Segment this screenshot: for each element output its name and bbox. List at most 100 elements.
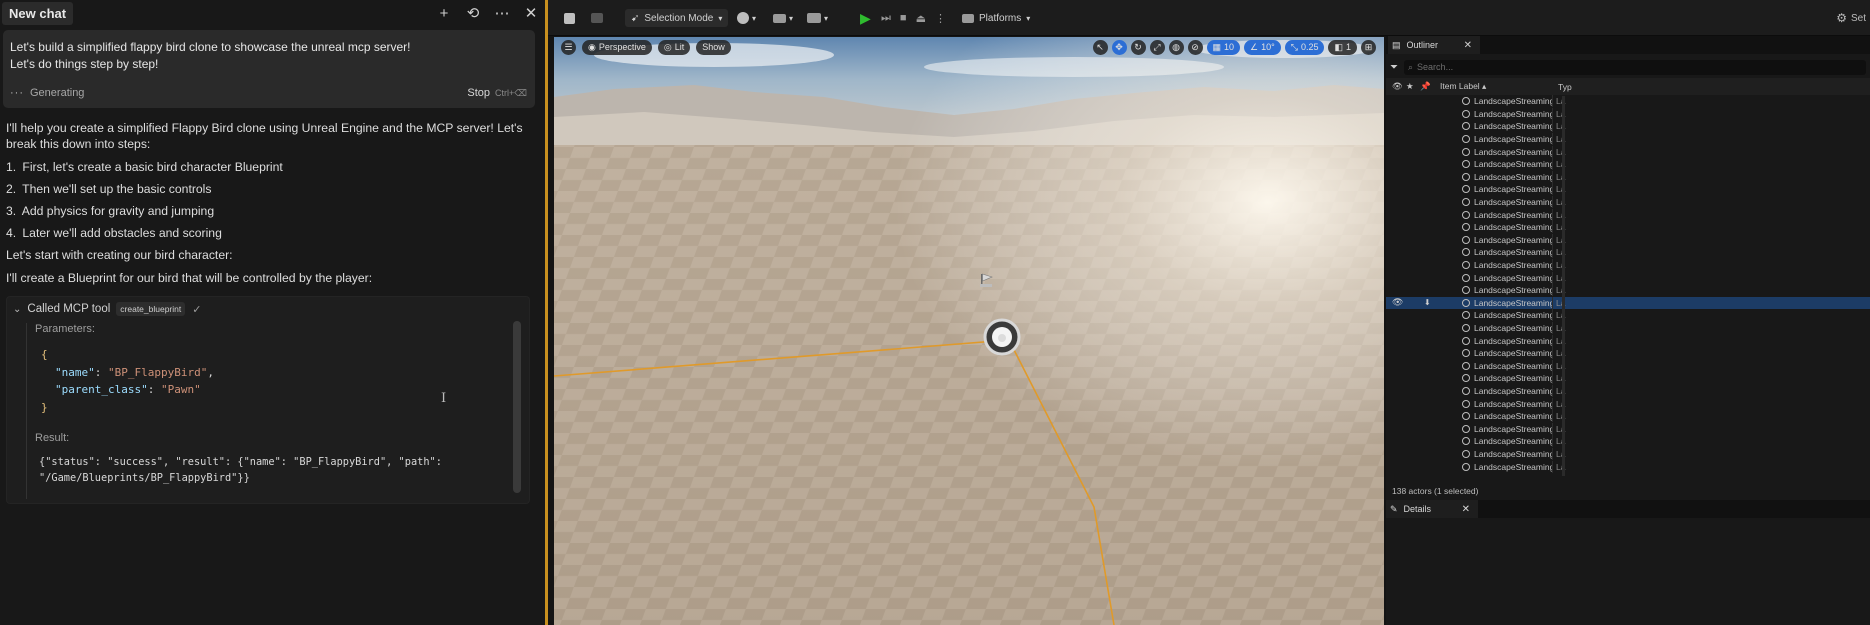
step-frame-icon[interactable]: ⏭	[881, 12, 891, 25]
row-label: LandscapeStreamingProxy	[1474, 197, 1552, 208]
table-row[interactable]: LandscapeStreamingProxyLa	[1386, 309, 1870, 322]
translate-tool-icon[interactable]: ✥	[1111, 39, 1127, 55]
pin-icon[interactable]: 📌	[1420, 81, 1440, 92]
row-label: LandscapeStreamingProxy	[1474, 436, 1552, 447]
tab-details[interactable]: ✎ Details ✕	[1386, 500, 1478, 518]
table-row[interactable]: LandscapeStreamingProxyLa	[1386, 133, 1870, 146]
show-button[interactable]: Show	[696, 39, 731, 55]
table-row[interactable]: LandscapeStreamingProxyLa	[1386, 334, 1870, 347]
rotate-snap-button[interactable]: ∠ 10°	[1244, 39, 1281, 55]
table-row[interactable]: LandscapeStreamingProxyLa	[1386, 158, 1870, 171]
row-label: LandscapeStreamingProxy	[1474, 272, 1552, 283]
table-row[interactable]: LandscapeStreamingProxyLa	[1386, 196, 1870, 209]
eject-icon[interactable]: ⏏	[916, 12, 926, 25]
level-viewport[interactable]: ☰ ◉ Perspective ◎ Lit Show ↖ ✥ ↻ ⤢ ◍ ⊘ ▦…	[554, 37, 1384, 625]
table-row[interactable]: LandscapeStreamingProxyLa	[1386, 422, 1870, 435]
flag-icon[interactable]	[978, 272, 994, 288]
play-options-icon[interactable]: ⋮	[935, 12, 946, 25]
hamburger-menu-icon[interactable]: ☰	[561, 39, 576, 55]
perspective-button[interactable]: ◉ Perspective	[582, 39, 652, 55]
scale-snap-button[interactable]: ⤡ 0.25	[1284, 39, 1325, 55]
tool-call-body: Parameters: { "name": "BP_FlappyBird", "…	[26, 323, 512, 499]
table-row[interactable]: LandscapeStreamingProxyLa	[1386, 107, 1870, 121]
table-row[interactable]: LandscapeStreamingProxyLa	[1386, 435, 1870, 448]
table-row[interactable]: LandscapeStreamingProxyLa	[1386, 95, 1870, 108]
star-icon[interactable]: ★	[1406, 81, 1420, 92]
tool-call-header[interactable]: ⌄ Called MCP tool create_blueprint ✓	[7, 297, 529, 321]
table-row[interactable]: LandscapeStreamingProxyLa	[1386, 271, 1870, 284]
table-row[interactable]: LandscapeStreamingProxyLa	[1386, 372, 1870, 385]
save-icon[interactable]	[564, 9, 575, 27]
table-row[interactable]: LandscapeStreamingProxyLa	[1386, 259, 1870, 272]
grid-snap-button[interactable]: ▦ 10	[1206, 39, 1241, 55]
list-item: 3. Add physics for gravity and jumping	[6, 203, 534, 219]
selection-mode-dropdown[interactable]: ➹ Selection Mode ▾	[625, 9, 729, 27]
table-row[interactable]: LandscapeStreamingProxyLa	[1386, 120, 1870, 133]
row-label: LandscapeStreamingProxy	[1474, 96, 1552, 107]
chat-header: New chat + ⟲ ⋯ ✕	[0, 0, 545, 26]
cinematics-icon[interactable]: ▾	[807, 9, 828, 27]
new-chat-icon[interactable]: +	[436, 5, 452, 21]
play-icon[interactable]: ▶	[860, 9, 871, 27]
close-icon[interactable]: ✕	[1464, 40, 1472, 51]
world-space-icon[interactable]: ◍	[1168, 39, 1184, 55]
scale-tool-icon[interactable]: ⤢	[1149, 39, 1165, 55]
table-row[interactable]: LandscapeStreamingProxyLa	[1386, 359, 1870, 372]
actor-icon	[1462, 462, 1470, 471]
settings-button[interactable]: ⚙ Set	[1836, 9, 1866, 27]
table-row[interactable]: LandscapeStreamingProxyLa	[1386, 170, 1870, 184]
column-divider	[1552, 145, 1553, 158]
table-row[interactable]: LandscapeStreamingProxyLa	[1386, 221, 1870, 234]
pin-icon[interactable]: ⬇	[1424, 298, 1431, 307]
chat-tab-title[interactable]: New chat	[2, 1, 74, 25]
content-browser-icon[interactable]	[591, 9, 603, 27]
lit-button[interactable]: ◎ Lit	[657, 39, 691, 55]
eye-icon[interactable]: 👁	[1392, 297, 1403, 308]
column-type[interactable]: Typ	[1558, 82, 1572, 92]
player-start-icon[interactable]	[982, 317, 1022, 357]
select-tool-icon[interactable]: ↖	[1092, 39, 1108, 55]
close-icon[interactable]: ✕	[523, 5, 539, 21]
row-label: LandscapeStreamingProxy	[1474, 385, 1552, 396]
rotate-tool-icon[interactable]: ↻	[1130, 39, 1146, 55]
eye-icon[interactable]: 👁	[1392, 81, 1406, 92]
table-row[interactable]: LandscapeStreamingProxyLa	[1386, 183, 1870, 196]
history-icon[interactable]: ⟲	[465, 5, 481, 21]
close-icon[interactable]: ✕	[1462, 504, 1470, 515]
list-item: 1. First, let's create a basic bird char…	[6, 159, 534, 175]
add-actor-icon[interactable]: ▾	[737, 9, 756, 27]
table-row[interactable]: LandscapeStreamingProxyLa	[1386, 321, 1870, 335]
search-icon: ⌕	[1408, 61, 1414, 72]
outliner-search-input[interactable]: ⌕ Search...	[1404, 59, 1866, 75]
blueprint-icon[interactable]: ▾	[773, 9, 793, 27]
table-row[interactable]: LandscapeStreamingProxyLa	[1386, 233, 1870, 247]
surface-snap-icon[interactable]: ⊘	[1187, 39, 1203, 55]
actor-icon	[1462, 412, 1470, 421]
maximize-viewport-icon[interactable]: ⊞	[1361, 39, 1376, 55]
table-row[interactable]: LandscapeStreamingProxyLa	[1386, 246, 1870, 259]
table-row[interactable]: LandscapeStreamingProxyLa	[1386, 384, 1870, 398]
stop-icon[interactable]: ■	[900, 12, 907, 24]
tab-outliner[interactable]: ▤ Outliner ✕	[1388, 36, 1480, 54]
table-row[interactable]: LandscapeStreamingProxyLa	[1386, 397, 1870, 410]
column-item-label[interactable]: Item Label ▴	[1440, 81, 1558, 92]
table-row[interactable]: LandscapeStreamingProxyLa	[1386, 284, 1870, 297]
table-row[interactable]: LandscapeStreamingProxyLa	[1386, 447, 1870, 461]
row-label: LandscapeStreamingProxy	[1474, 448, 1552, 459]
camera-speed-button[interactable]: ◧ 1	[1328, 39, 1357, 55]
table-row[interactable]: LandscapeStreamingProxyLa	[1386, 145, 1870, 158]
platforms-dropdown[interactable]: Platforms ▾	[962, 9, 1030, 27]
row-label: LandscapeStreamingProxy	[1474, 348, 1552, 359]
table-row[interactable]: LandscapeStreamingProxyLa	[1386, 208, 1870, 221]
column-divider	[1552, 158, 1553, 171]
stop-button[interactable]: Stop Ctrl+⌫	[467, 87, 527, 99]
tool-card-scrollbar[interactable]	[513, 321, 521, 493]
chevron-down-icon[interactable]: ⌄	[13, 304, 21, 315]
filter-icon[interactable]: ⏷	[1390, 62, 1398, 73]
table-row[interactable]: 👁⬇LandscapeStreamingProxyLa	[1386, 296, 1870, 310]
more-options-icon[interactable]: ⋯	[494, 5, 510, 21]
table-row[interactable]: LandscapeStreamingProxyLa	[1386, 460, 1870, 473]
outliner-divider	[1562, 96, 1565, 476]
table-row[interactable]: LandscapeStreamingProxyLa	[1386, 410, 1870, 423]
table-row[interactable]: LandscapeStreamingProxyLa	[1386, 347, 1870, 360]
